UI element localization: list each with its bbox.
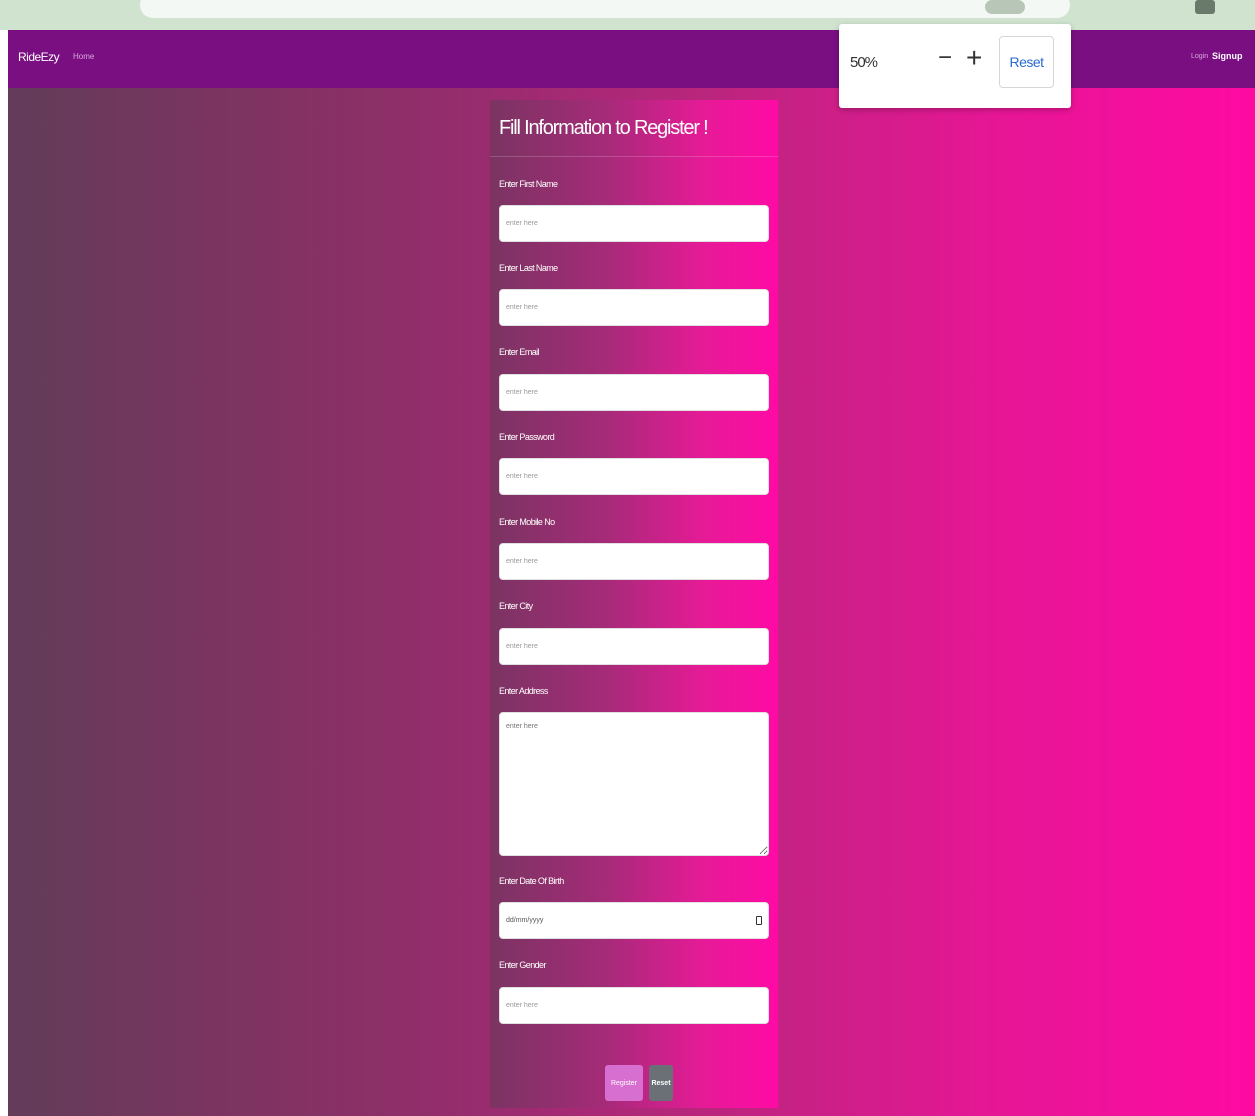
first-name-label: Enter First Name (499, 179, 558, 189)
email-input[interactable] (499, 374, 769, 411)
password-input[interactable] (499, 458, 769, 495)
gender-label: Enter Gender (499, 960, 546, 970)
register-button[interactable]: Register (605, 1065, 643, 1101)
zoom-in-button[interactable]: + (966, 44, 982, 72)
dob-input[interactable]: dd/mm/yyyy (499, 902, 769, 939)
zoom-popup: 50% − + Reset (839, 24, 1071, 108)
email-label: Enter Email (499, 347, 540, 357)
form-title: Fill Information to Register ! (499, 117, 709, 139)
nav-login-link[interactable]: Login (1191, 53, 1208, 60)
zoom-level: 50% (850, 54, 878, 71)
zoom-out-button[interactable]: − (938, 46, 952, 70)
address-bar[interactable] (140, 0, 1070, 18)
page: RideEzy Home Login Signup Fill Informati… (8, 30, 1255, 1116)
city-label: Enter City (499, 601, 533, 611)
city-input[interactable] (499, 628, 769, 665)
nav-signup-link[interactable]: Signup (1212, 51, 1243, 61)
zoom-reset-button[interactable]: Reset (999, 36, 1054, 88)
address-label: Enter Address (499, 686, 548, 696)
mobile-label: Enter Mobile No (499, 517, 555, 527)
calendar-icon[interactable] (756, 916, 762, 925)
register-card: Fill Information to Register ! Enter Fir… (490, 100, 778, 1108)
first-name-input[interactable] (499, 205, 769, 242)
reset-button[interactable]: Reset (649, 1065, 673, 1101)
extension-icon[interactable] (1195, 0, 1215, 14)
address-textarea[interactable] (499, 712, 769, 856)
brand-logo[interactable]: RideEzy (18, 50, 60, 64)
gender-input[interactable] (499, 987, 769, 1024)
divider (490, 156, 778, 157)
last-name-label: Enter Last Name (499, 263, 558, 273)
last-name-input[interactable] (499, 289, 769, 326)
nav-home-link[interactable]: Home (73, 52, 94, 61)
dob-placeholder: dd/mm/yyyy (506, 917, 544, 924)
mobile-input[interactable] (499, 543, 769, 580)
dob-label: Enter Date Of Birth (499, 876, 564, 886)
password-label: Enter Password (499, 432, 555, 442)
browser-profile-icon[interactable] (985, 0, 1025, 14)
